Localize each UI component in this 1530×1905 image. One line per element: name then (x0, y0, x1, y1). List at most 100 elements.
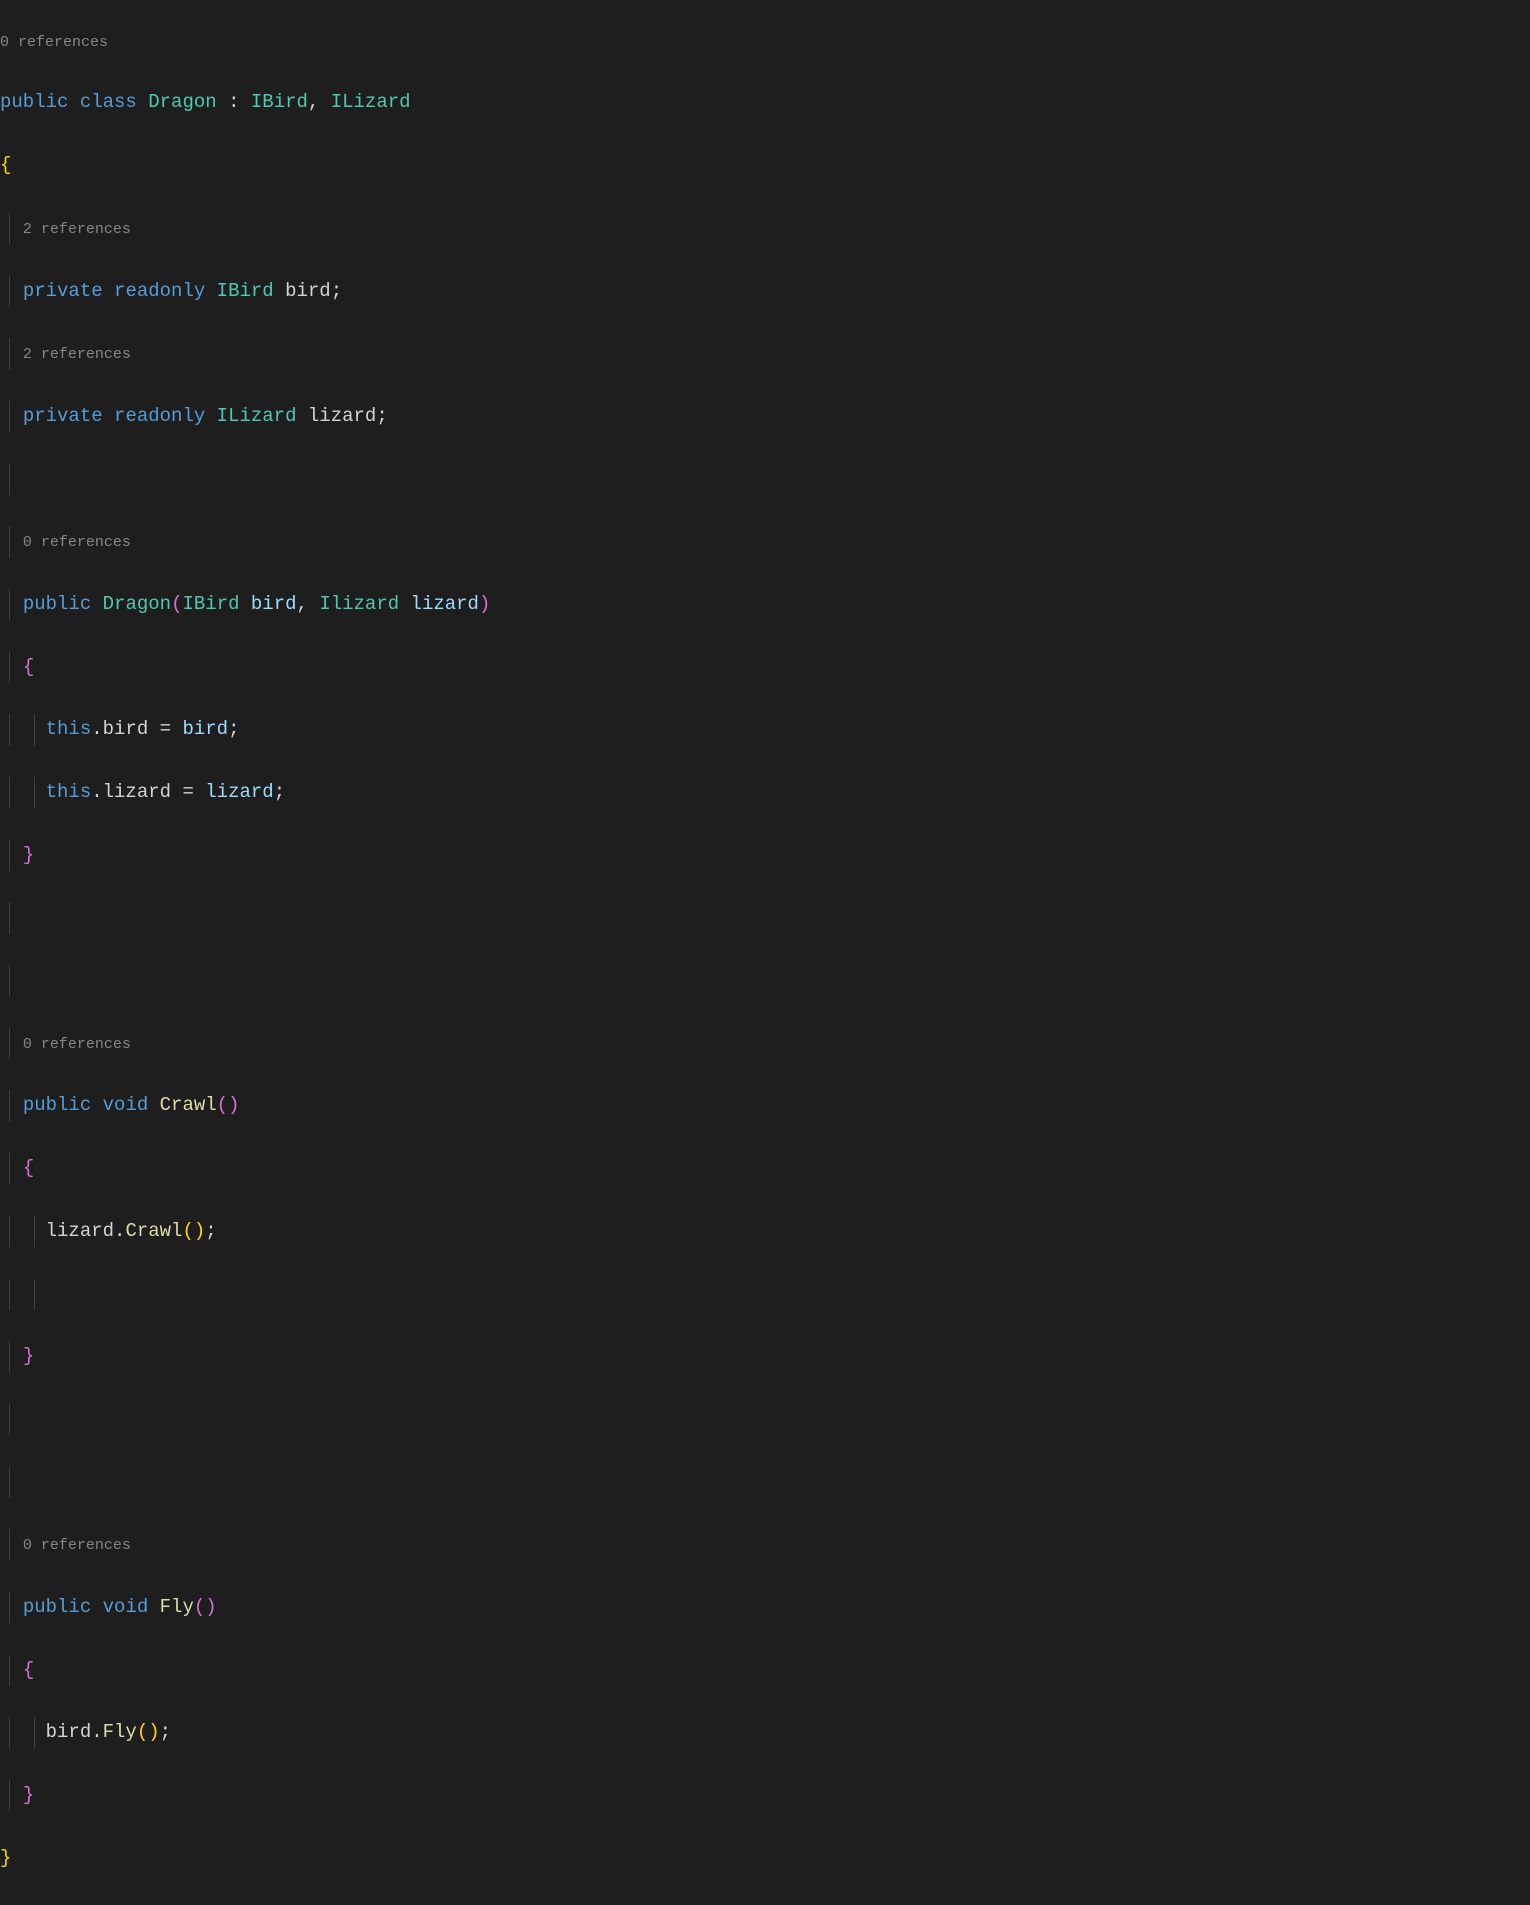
code-line[interactable]: { (0, 652, 1530, 683)
open-paren: ( (182, 1220, 193, 1242)
param-lizard: lizard (205, 781, 273, 803)
open-brace: { (23, 1157, 34, 1179)
codelens-method[interactable]: 0 references (23, 1036, 131, 1053)
codelens-ctor[interactable]: 0 references (23, 534, 131, 551)
semi: ; (274, 781, 285, 803)
dot: . (91, 1721, 102, 1743)
comma: , (308, 91, 331, 113)
call-fly: Fly (103, 1721, 137, 1743)
close-paren: ) (228, 1094, 239, 1116)
code-line[interactable]: 0 references (0, 1529, 1530, 1560)
keyword-class: class (80, 91, 137, 113)
code-line[interactable]: 0 references (0, 526, 1530, 557)
code-line[interactable]: bird.Fly(); (0, 1717, 1530, 1748)
param-type-ilizard: Ilizard (319, 593, 399, 615)
code-line[interactable]: public void Crawl() (0, 1090, 1530, 1121)
code-line[interactable] (0, 965, 1530, 996)
type-ilizard: ILizard (331, 91, 411, 113)
code-line[interactable]: { (0, 1655, 1530, 1686)
code-line[interactable]: public Dragon(IBird bird, Ilizard lizard… (0, 589, 1530, 620)
code-line[interactable]: private readonly IBird bird; (0, 276, 1530, 307)
keyword-public: public (23, 1094, 91, 1116)
open-brace: { (23, 1659, 34, 1681)
open-brace: { (23, 656, 34, 678)
code-editor[interactable]: 0 references public class Dragon : IBird… (0, 0, 1530, 1905)
keyword-private: private (23, 405, 103, 427)
semi: ; (376, 405, 387, 427)
semi: ; (331, 280, 342, 302)
code-line[interactable]: 2 references (0, 213, 1530, 244)
dot: . (91, 718, 102, 740)
colon: : (217, 91, 251, 113)
keyword-void: void (103, 1596, 149, 1618)
keyword-this: this (46, 718, 92, 740)
close-brace: } (0, 1847, 11, 1869)
code-line[interactable]: 2 references (0, 338, 1530, 369)
close-brace: } (23, 844, 34, 866)
code-line[interactable]: public class Dragon : IBird, ILizard (0, 87, 1530, 118)
close-paren: ) (479, 593, 490, 615)
code-line[interactable] (0, 464, 1530, 495)
semi: ; (205, 1220, 216, 1242)
code-line[interactable]: public void Fly() (0, 1592, 1530, 1623)
code-line[interactable] (0, 1279, 1530, 1310)
code-line[interactable]: } (0, 1780, 1530, 1811)
comma: , (297, 593, 320, 615)
keyword-public: public (23, 1596, 91, 1618)
open-paren: ( (137, 1721, 148, 1743)
keyword-readonly: readonly (114, 280, 205, 302)
code-line[interactable] (0, 1404, 1530, 1435)
close-brace: } (23, 1345, 34, 1367)
call-crawl: Crawl (125, 1220, 182, 1242)
open-paren: ( (171, 593, 182, 615)
type-ilizard: ILizard (217, 405, 297, 427)
type-dragon: Dragon (148, 91, 216, 113)
ctor-dragon: Dragon (103, 593, 171, 615)
semi: ; (228, 718, 239, 740)
field-bird: bird (103, 718, 149, 740)
open-paren: ( (217, 1094, 228, 1116)
field-bird: bird (46, 1721, 92, 1743)
close-brace: } (23, 1784, 34, 1806)
close-paren: ) (205, 1596, 216, 1618)
close-paren: ) (148, 1721, 159, 1743)
eq: = (148, 718, 182, 740)
close-paren: ) (194, 1220, 205, 1242)
method-fly: Fly (160, 1596, 194, 1618)
param-lizard: lizard (411, 593, 479, 615)
keyword-void: void (103, 1094, 149, 1116)
code-line[interactable]: { (0, 1153, 1530, 1184)
codelens-field[interactable]: 2 references (23, 221, 131, 238)
param-bird: bird (182, 718, 228, 740)
type-ibird: IBird (217, 280, 274, 302)
keyword-this: this (46, 781, 92, 803)
code-line[interactable]: this.bird = bird; (0, 714, 1530, 745)
keyword-public: public (23, 593, 91, 615)
keyword-private: private (23, 280, 103, 302)
keyword-public: public (0, 91, 68, 113)
codelens-class[interactable]: 0 references (0, 31, 1530, 56)
field-bird: bird (285, 280, 331, 302)
eq: = (171, 781, 205, 803)
open-brace: { (0, 154, 11, 176)
code-line[interactable]: private readonly ILizard lizard; (0, 401, 1530, 432)
field-lizard: lizard (308, 405, 376, 427)
codelens-field[interactable]: 2 references (23, 346, 131, 363)
semi: ; (160, 1721, 171, 1743)
dot: . (114, 1220, 125, 1242)
code-line[interactable]: } (0, 840, 1530, 871)
open-paren: ( (194, 1596, 205, 1618)
code-line[interactable]: lizard.Crawl(); (0, 1216, 1530, 1247)
keyword-readonly: readonly (114, 405, 205, 427)
code-line[interactable]: } (0, 1341, 1530, 1372)
codelens-method[interactable]: 0 references (23, 1537, 131, 1554)
code-line[interactable]: this.lizard = lizard; (0, 777, 1530, 808)
code-line[interactable]: { (0, 150, 1530, 181)
param-type-ibird: IBird (182, 593, 239, 615)
code-line[interactable] (0, 902, 1530, 933)
dot: . (91, 781, 102, 803)
code-line[interactable] (0, 1467, 1530, 1498)
code-line[interactable]: } (0, 1843, 1530, 1874)
field-lizard: lizard (103, 781, 171, 803)
code-line[interactable]: 0 references (0, 1028, 1530, 1059)
